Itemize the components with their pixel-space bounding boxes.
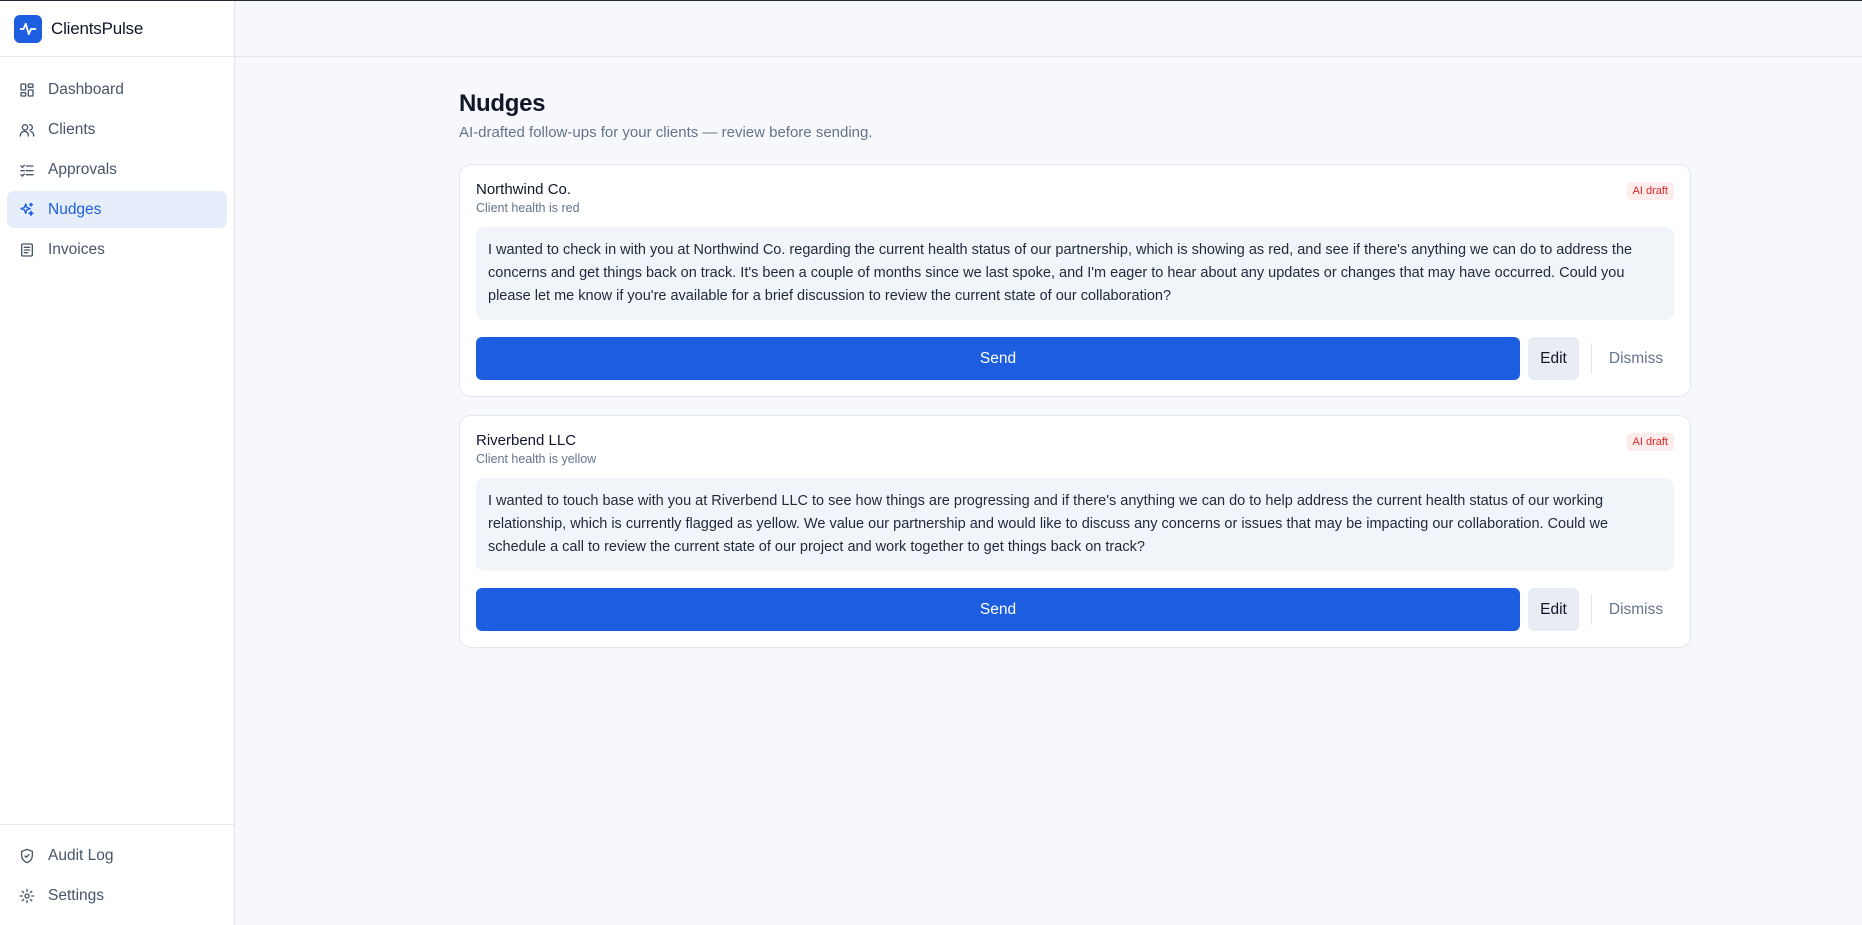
checklist-icon	[20, 164, 34, 177]
client-health-status: Client health is yellow	[476, 452, 597, 466]
sidebar-item-invoices[interactable]: Invoices	[7, 231, 227, 268]
page-content: Nudges AI-drafted follow-ups for your cl…	[235, 57, 1691, 666]
page-title: Nudges	[459, 90, 546, 117]
shield-check-icon	[21, 848, 33, 863]
client-name: Northwind Co.	[476, 181, 572, 198]
edit-button[interactable]: Edit	[1528, 337, 1579, 380]
invoice-icon	[21, 242, 33, 257]
sidebar-item-nudges[interactable]: Nudges	[7, 191, 227, 228]
edit-button[interactable]: Edit	[1528, 588, 1579, 631]
action-divider	[1591, 594, 1592, 625]
sidebar-item-label: Dashboard	[48, 80, 124, 98]
nudge-card: Riverbend LLC Client health is yellow AI…	[459, 415, 1691, 648]
nudge-card: Northwind Co. Client health is red AI dr…	[459, 164, 1691, 397]
sidebar-item-settings[interactable]: Settings	[7, 877, 227, 914]
action-divider	[1591, 343, 1592, 374]
dashboard-icon	[20, 82, 34, 97]
users-icon	[19, 123, 35, 137]
sidebar-item-label: Nudges	[48, 200, 102, 218]
dismiss-button[interactable]: Dismiss	[1598, 588, 1674, 631]
main-area: Nudges AI-drafted follow-ups for your cl…	[235, 1, 1862, 925]
nudge-message: I wanted to touch base with you at River…	[476, 478, 1674, 571]
brand[interactable]: ClientsPulse	[0, 1, 234, 57]
ai-draft-badge: AI draft	[1626, 182, 1674, 200]
client-health-status: Client health is red	[476, 201, 580, 215]
sidebar-item-audit-log[interactable]: Audit Log	[7, 837, 227, 874]
client-name: Riverbend LLC	[476, 432, 577, 449]
page-subtitle: AI-drafted follow-ups for your clients —…	[459, 124, 873, 141]
gear-icon	[19, 888, 35, 903]
topbar	[235, 1, 1862, 57]
sidebar-item-label: Approvals	[48, 160, 117, 178]
ai-draft-badge: AI draft	[1626, 433, 1674, 451]
send-button[interactable]: Send	[476, 588, 1520, 631]
sidebar-item-label: Settings	[48, 886, 105, 904]
send-button[interactable]: Send	[476, 337, 1520, 380]
nudge-actions: Send Edit Dismiss	[476, 588, 1674, 631]
sparkles-icon	[20, 202, 34, 216]
sidebar-item-approvals[interactable]: Approvals	[7, 151, 227, 188]
nudge-card-header: Riverbend LLC Client health is yellow AI…	[476, 432, 1674, 466]
nudge-actions: Send Edit Dismiss	[476, 337, 1674, 380]
app-root: ClientsPulse Dashboard Clients Approvals…	[0, 0, 1862, 925]
sidebar-item-label: Audit Log	[48, 846, 114, 864]
sidebar-bottom: Audit Log Settings	[0, 824, 234, 925]
sidebar: ClientsPulse Dashboard Clients Approvals…	[0, 1, 235, 925]
nudge-message: I wanted to check in with you at Northwi…	[476, 227, 1674, 320]
dismiss-button[interactable]: Dismiss	[1598, 337, 1674, 380]
sidebar-item-dashboard[interactable]: Dashboard	[7, 71, 227, 108]
sidebar-item-label: Invoices	[48, 240, 105, 258]
sidebar-item-label: Clients	[48, 120, 96, 138]
nudge-card-header: Northwind Co. Client health is red AI dr…	[476, 181, 1674, 215]
brand-name: ClientsPulse	[51, 18, 144, 38]
pulse-logo-icon	[14, 14, 42, 43]
sidebar-nav: Dashboard Clients Approvals Nudges Invoi…	[0, 57, 234, 824]
sidebar-item-clients[interactable]: Clients	[7, 111, 227, 148]
